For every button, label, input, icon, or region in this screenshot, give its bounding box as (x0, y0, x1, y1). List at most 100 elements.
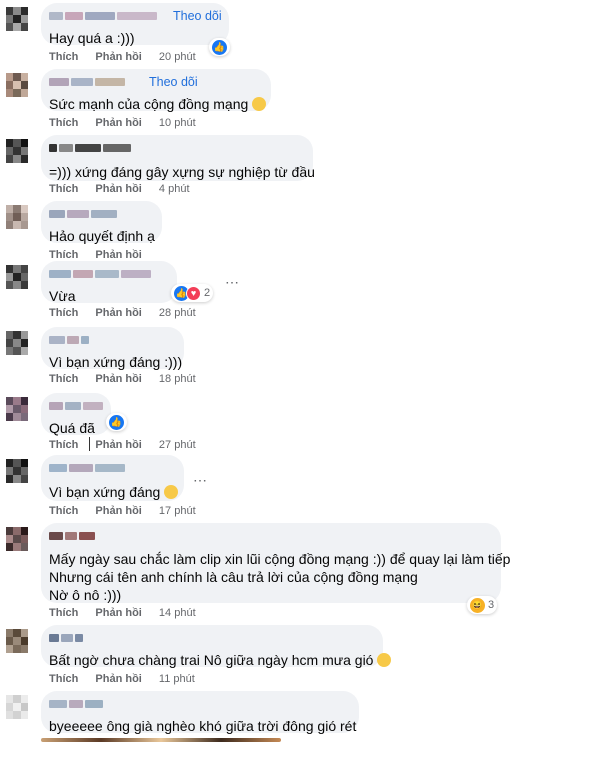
comment-text: Vì bạn xứng đáng :))) (49, 354, 183, 370)
comment-actions: Thích Phản hồi 18 phút (49, 373, 196, 385)
commenter-name[interactable] (49, 207, 150, 221)
comment-text: Quá đã (49, 420, 95, 436)
reply-button[interactable]: Phản hồi (95, 373, 141, 385)
commenter-name[interactable]: Theo dõi (49, 75, 259, 89)
avatar[interactable] (6, 331, 28, 355)
avatar[interactable] (6, 7, 28, 31)
smile-emoji-icon (164, 485, 179, 499)
love-icon: ♥ (186, 285, 201, 301)
timestamp[interactable]: 11 phút (159, 673, 195, 685)
commenter-name[interactable] (49, 399, 103, 413)
comment-text: byeeeee ông già nghèo khó giữa trời đông… (49, 718, 357, 734)
comment-bubble: Quá đã (41, 393, 111, 436)
reply-button[interactable]: Phản hồi (95, 51, 141, 63)
comment-line: Nhưng cái tên anh chính là câu trả lời c… (49, 569, 418, 585)
commenter-name[interactable] (49, 697, 347, 711)
timestamp[interactable]: 18 phút (159, 373, 196, 385)
commenter-name[interactable] (49, 461, 172, 475)
avatar[interactable] (6, 205, 28, 229)
comment-line: Nờ ô nô :))) (49, 587, 122, 603)
like-button[interactable]: Thích (49, 505, 78, 517)
reply-button[interactable]: Phản hồi (95, 249, 141, 261)
laughing-emoji-icon (377, 653, 392, 667)
reaction-summary[interactable]: 👍 (106, 413, 127, 431)
avatar[interactable] (6, 73, 28, 97)
timestamp[interactable]: 17 phút (159, 505, 196, 517)
comment-actions: Thích Phản hồi 11 phút (49, 673, 195, 685)
comment-text: Hay quá a :))) (49, 30, 135, 46)
comment-actions: Thích Phản hồi 17 phút (49, 505, 196, 517)
commenter-name[interactable] (49, 529, 489, 543)
avatar[interactable] (6, 139, 28, 163)
like-button[interactable]: Thích (49, 307, 78, 319)
comment-actions: Thích Phản hồi 10 phút (49, 117, 196, 129)
reaction-count: 2 (204, 287, 211, 299)
comment-bubble: Vừa (41, 261, 177, 304)
like-button[interactable]: Thích (49, 249, 78, 261)
follow-link[interactable]: Theo dõi (149, 75, 198, 89)
reply-button[interactable]: Phản hồi (95, 607, 141, 619)
like-button[interactable]: Thích (49, 373, 78, 385)
reply-button[interactable]: Phản hồi (95, 439, 141, 451)
avatar[interactable] (6, 695, 28, 719)
comment-text: Bất ngờ chưa chàng trai Nô giữa ngày hcm… (49, 651, 392, 669)
more-options-icon[interactable]: ⋯ (193, 472, 208, 489)
reply-button[interactable]: Phản hồi (95, 117, 141, 129)
like-button[interactable]: Thích (49, 673, 78, 685)
avatar[interactable] (6, 459, 28, 483)
like-button[interactable]: Thích (49, 117, 78, 129)
comment-text: =))) xứng đáng gây xựng sự nghiệp từ đầu (49, 164, 315, 180)
like-icon: 👍 (109, 414, 124, 430)
timestamp[interactable]: 14 phút (159, 607, 196, 619)
comment-actions: Thích Phản hồi 20 phút (49, 51, 196, 63)
avatar[interactable] (6, 629, 28, 653)
like-button[interactable]: Thích (49, 607, 78, 619)
follow-link[interactable]: Theo dõi (173, 9, 222, 23)
reaction-summary[interactable]: 👍 (209, 38, 230, 56)
reply-button[interactable]: Phản hồi (95, 307, 141, 319)
comment-actions: Thích Phản hồi (49, 249, 156, 261)
reaction-summary[interactable]: 😆 3 (467, 596, 498, 614)
like-button[interactable]: Thích (49, 51, 78, 63)
timestamp[interactable]: 27 phút (159, 439, 196, 451)
avatar[interactable] (6, 397, 28, 421)
comment-actions: Thích Phản hồi 14 phút (49, 607, 196, 619)
comment-actions: Thích Phản hồi 28 phút (49, 307, 196, 319)
comment-bubble: Theo dõi Sức mạnh của cộng đồng mạng (41, 69, 271, 113)
image-attachment-preview[interactable] (41, 738, 281, 742)
comment-text: Vừa (49, 288, 76, 304)
timestamp[interactable]: 20 phút (159, 51, 196, 63)
comment-text: Vì bạn xứng đáng (49, 483, 179, 501)
comment-text: Mấy ngày sau chắc làm clip xin lũi cộng … (49, 550, 510, 604)
reply-button[interactable]: Phản hồi (95, 183, 141, 195)
like-button[interactable]: Thích (49, 439, 78, 451)
like-icon: 👍 (212, 39, 227, 55)
timestamp[interactable]: 10 phút (159, 117, 196, 129)
reply-button[interactable]: Phản hồi (95, 673, 141, 685)
timestamp[interactable]: 28 phút (159, 307, 196, 319)
more-options-icon[interactable]: ⋯ (225, 274, 240, 291)
comment-bubble: Mấy ngày sau chắc làm clip xin lũi cộng … (41, 523, 510, 604)
commenter-name[interactable] (49, 333, 172, 347)
comment-actions: Thích Phản hồi 27 phút (49, 439, 196, 451)
comment-actions: Thích Phản hồi 4 phút (49, 183, 190, 195)
commenter-name[interactable] (49, 141, 301, 155)
commenter-name[interactable] (49, 267, 165, 281)
reply-button[interactable]: Phản hồi (95, 505, 141, 517)
grimace-emoji-icon (252, 97, 267, 111)
haha-icon: 😆 (470, 597, 485, 613)
avatar[interactable] (6, 527, 28, 551)
comment-text: Hảo quyết định ạ (49, 228, 155, 244)
commenter-name[interactable]: Theo dõi (49, 9, 222, 23)
timestamp[interactable]: 4 phút (159, 183, 190, 195)
reaction-summary[interactable]: 👍 ♥ 2 (171, 284, 214, 302)
comment-bubble: Vì bạn xứng đáng (41, 455, 184, 501)
like-button[interactable]: Thích (49, 183, 78, 195)
comment-bubble: Bất ngờ chưa chàng trai Nô giữa ngày hcm… (41, 625, 392, 669)
avatar[interactable] (6, 265, 28, 289)
comment-text: Sức mạnh của cộng đồng mạng (49, 95, 267, 113)
comment-bubble: Vì bạn xứng đáng :))) (41, 327, 184, 370)
commenter-name[interactable] (49, 631, 371, 645)
text-cursor (89, 437, 90, 451)
comment-bubble: =))) xứng đáng gây xựng sự nghiệp từ đầu (41, 135, 315, 181)
